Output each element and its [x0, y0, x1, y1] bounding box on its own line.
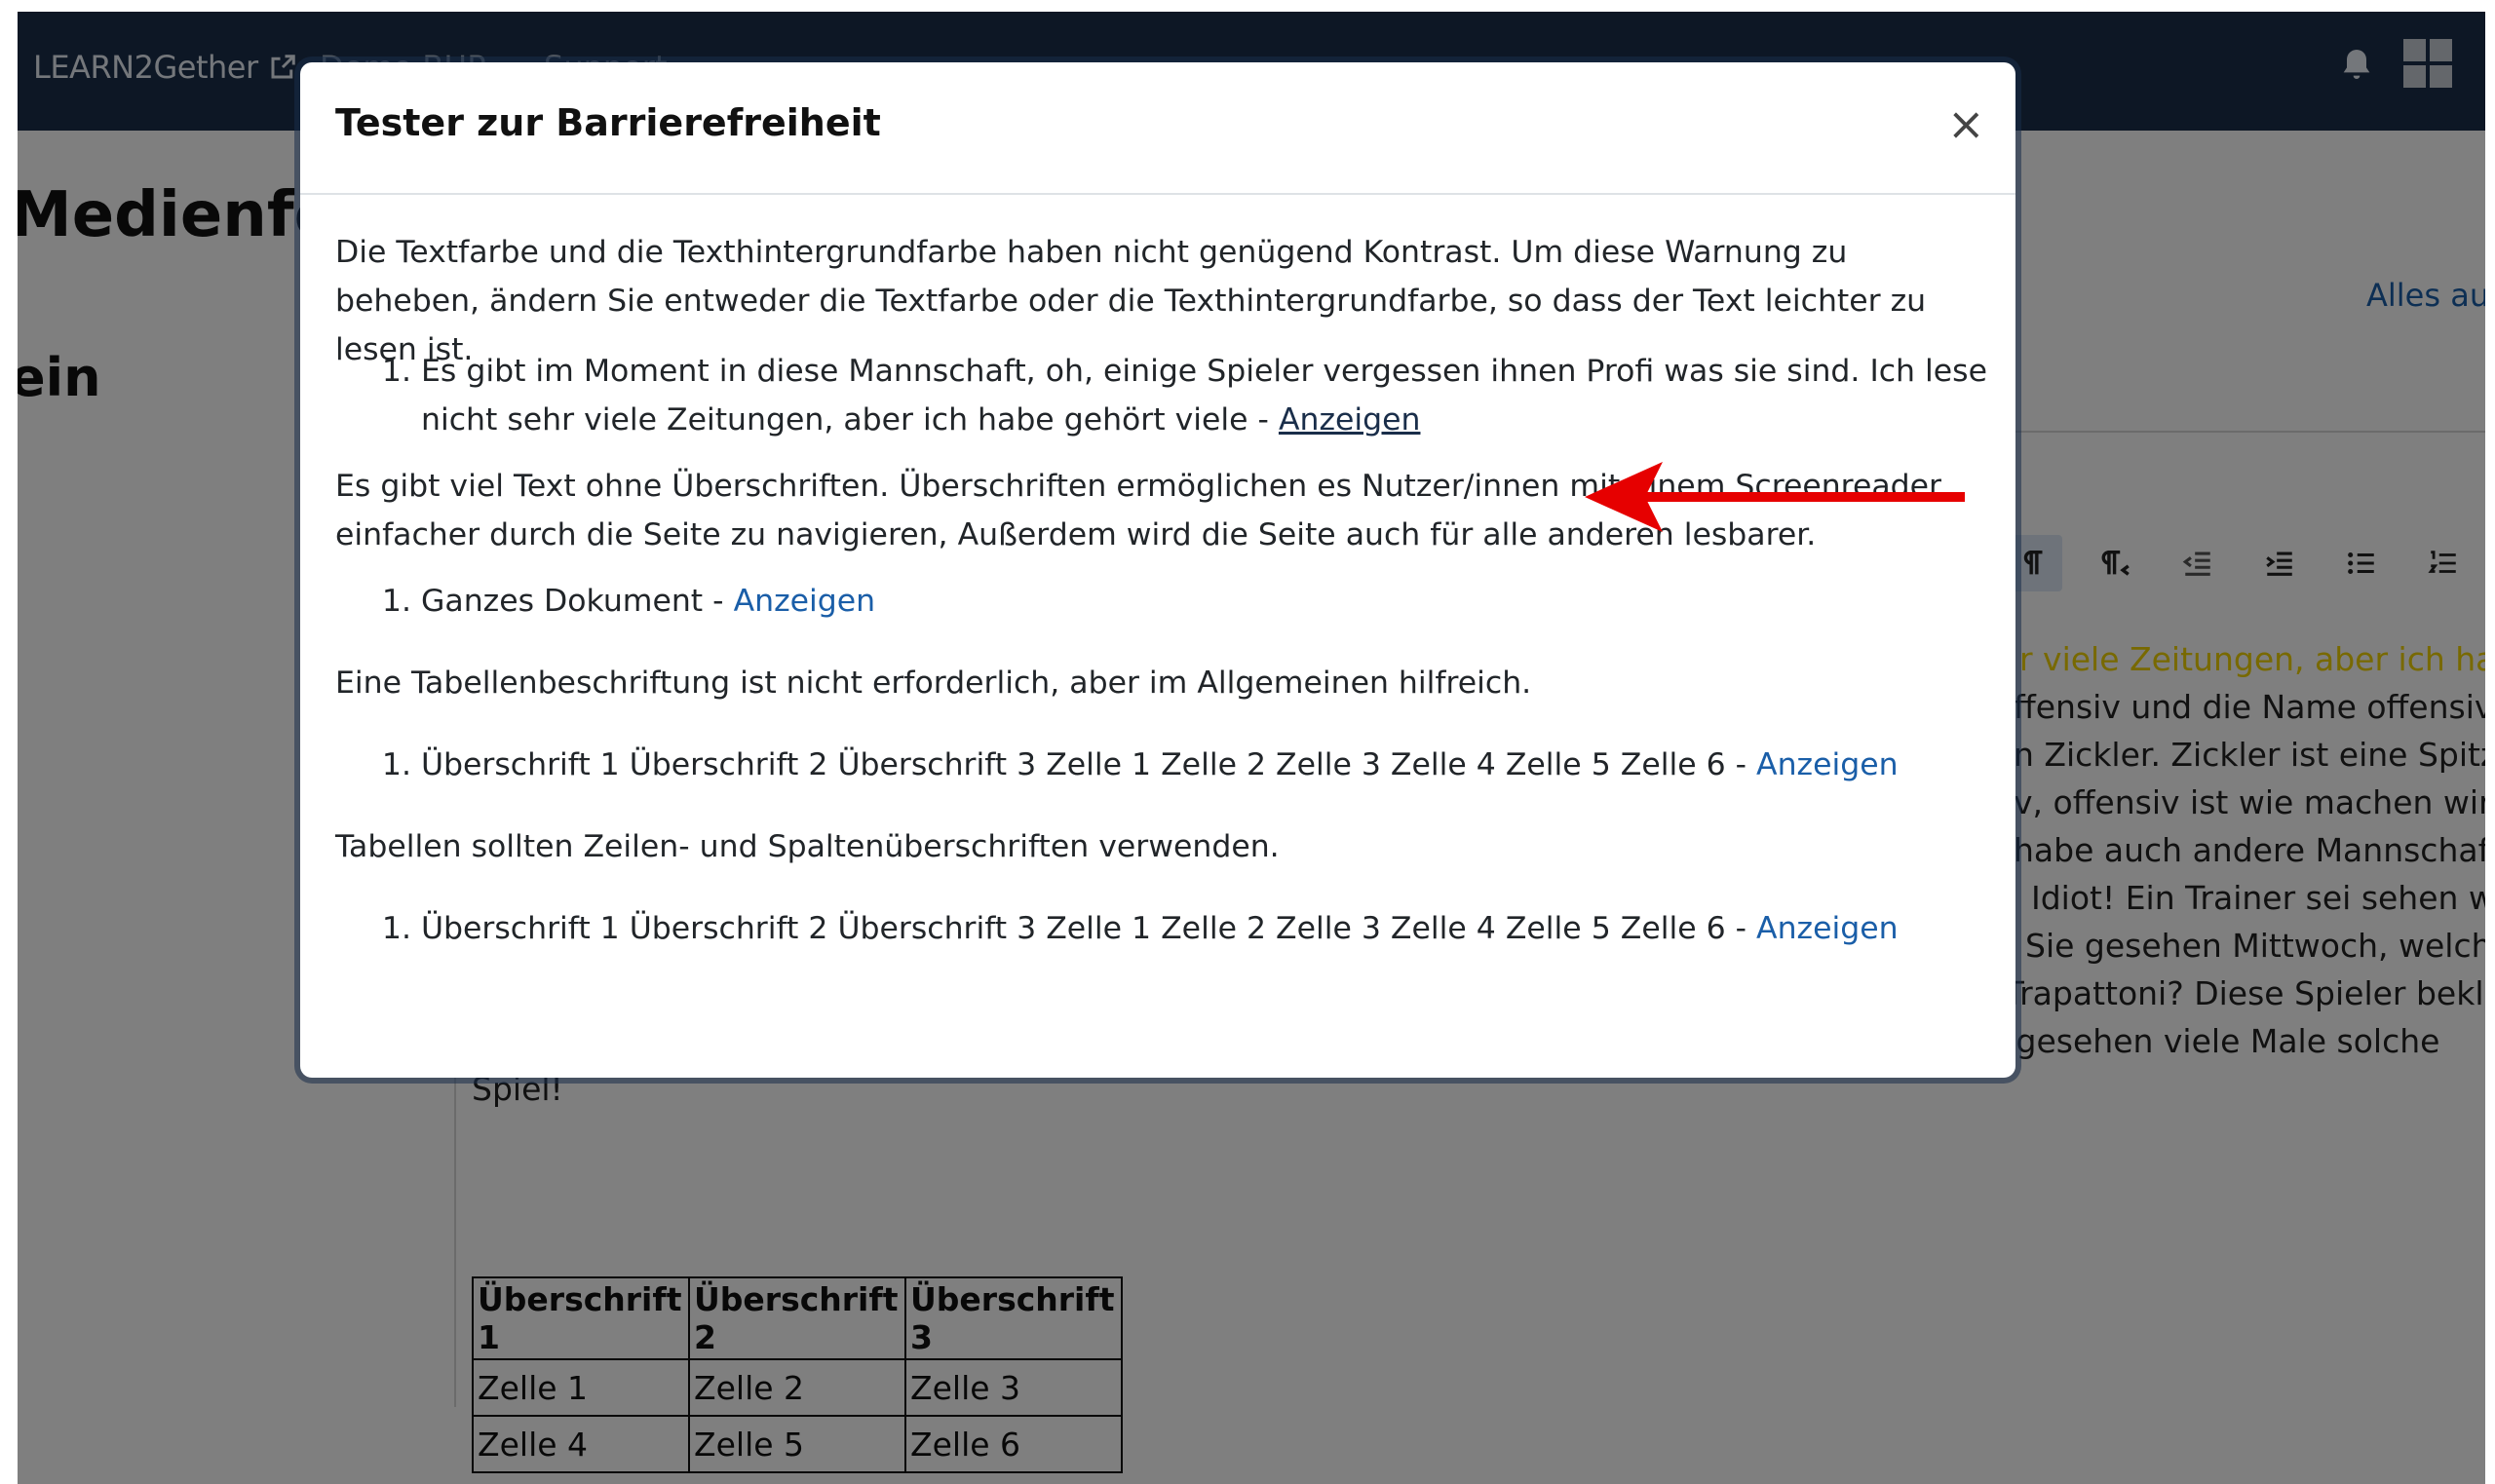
issue-item: Ganzes Dokument - Anzeigen	[421, 577, 1992, 626]
issue-item-text: Überschrift 1 Überschrift 2 Überschrift …	[421, 747, 1757, 782]
close-button[interactable]: ×	[1947, 101, 1985, 146]
modal-body: Die Textfarbe und die Texthintergrundfar…	[335, 228, 1992, 953]
issue-description: Die Textfarbe und die Texthintergrundfar…	[335, 235, 1927, 367]
issue-item-text: Überschrift 1 Überschrift 2 Überschrift …	[421, 911, 1757, 946]
show-link[interactable]: Anzeigen	[1279, 402, 1421, 438]
issue-list: Es gibt im Moment in diese Mannschaft, o…	[335, 347, 1992, 462]
modal-title: Tester zur Barrierefreiheit	[335, 101, 881, 144]
show-link[interactable]: Anzeigen	[734, 584, 876, 619]
accessibility-checker-dialog: Tester zur Barrierefreiheit × Die Textfa…	[300, 62, 2015, 1078]
show-link[interactable]: Anzeigen	[1756, 747, 1899, 782]
issue-description: Eine Tabellenbeschriftung ist nicht erfo…	[335, 666, 1532, 701]
modal-header: Tester zur Barrierefreiheit ×	[300, 62, 2015, 195]
red-arrow-annotation	[1585, 462, 1965, 532]
show-link[interactable]: Anzeigen	[1756, 911, 1899, 946]
issue-description: Tabellen sollten Zeilen- und Spaltenüber…	[335, 829, 1280, 864]
issue-item-text: Ganzes Dokument -	[421, 584, 734, 619]
issue-item: Überschrift 1 Überschrift 2 Überschrift …	[421, 741, 1992, 789]
issue-list: Ganzes Dokument - Anzeigen	[335, 577, 1992, 659]
issue-item: Es gibt im Moment in diese Mannschaft, o…	[421, 347, 1992, 444]
issue-list: Überschrift 1 Überschrift 2 Überschrift …	[335, 904, 1992, 953]
issue-item-text: Es gibt im Moment in diese Mannschaft, o…	[421, 354, 1987, 438]
issue-list: Überschrift 1 Überschrift 2 Überschrift …	[335, 741, 1992, 822]
app-frame: LEARN2Gether Demo BHP Support Medienfe e…	[18, 12, 2485, 1484]
issue-item: Überschrift 1 Überschrift 2 Überschrift …	[421, 904, 1992, 953]
